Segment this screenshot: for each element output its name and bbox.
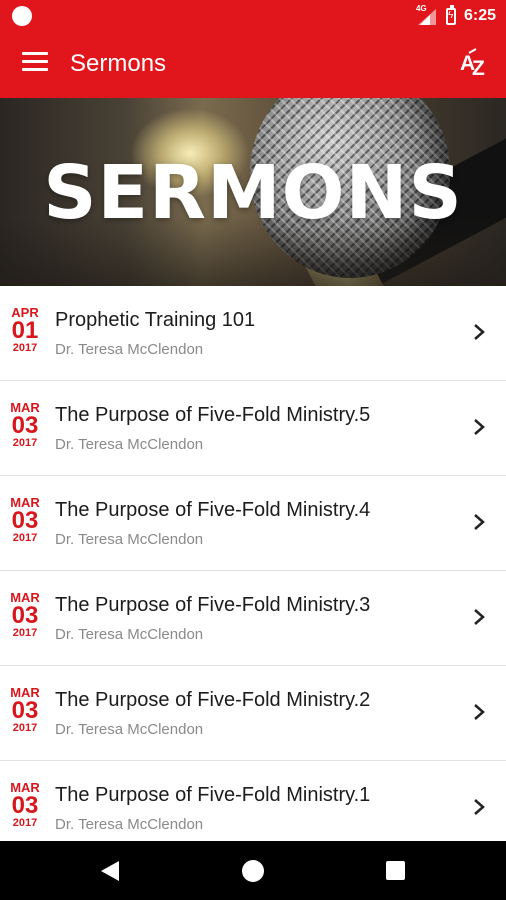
system-nav-bar — [0, 841, 506, 900]
back-triangle-icon[interactable] — [100, 860, 120, 882]
chevron-right-icon — [474, 419, 485, 435]
app-bar: Sermons AZ — [0, 32, 506, 98]
sermon-title: The Purpose of Five-Fold Ministry.4 — [55, 499, 371, 521]
cell-signal-icon: 4G — [416, 4, 438, 25]
chevron-right-icon — [474, 799, 485, 815]
sermon-date: MAR 03 2017 — [6, 686, 44, 735]
date-day: 01 — [11, 317, 39, 344]
sermon-list-item[interactable]: MAR 03 2017 The Purpose of Five-Fold Min… — [0, 381, 506, 476]
sermon-date: APR 01 2017 — [6, 306, 44, 355]
sermon-list-item[interactable]: MAR 03 2017 The Purpose of Five-Fold Min… — [0, 666, 506, 761]
recents-square-icon[interactable] — [386, 861, 405, 880]
date-day: 03 — [11, 697, 39, 724]
date-day: 03 — [11, 602, 39, 629]
hero-banner-title: SERMONS — [43, 150, 463, 236]
battery-icon: ϟ — [445, 4, 456, 25]
sermon-title: The Purpose of Five-Fold Ministry.1 — [55, 784, 371, 806]
chevron-right-icon — [474, 324, 485, 340]
sermon-date: MAR 03 2017 — [6, 591, 44, 640]
date-day: 03 — [11, 792, 39, 819]
sort-a-z-icon[interactable]: AZ — [460, 48, 490, 82]
sermon-date: MAR 03 2017 — [6, 401, 44, 450]
sermon-speaker: Dr. Teresa McClendon — [55, 626, 204, 643]
page-title: Sermons — [70, 50, 167, 77]
sermon-list-item[interactable]: APR 01 2017 Prophetic Training 101 Dr. T… — [0, 286, 506, 381]
hero-banner: SERMONS — [0, 98, 506, 286]
notification-dot-icon — [12, 6, 32, 26]
sermon-title: Prophetic Training 101 — [55, 309, 256, 331]
sermon-list-item[interactable]: MAR 03 2017 The Purpose of Five-Fold Min… — [0, 476, 506, 571]
sermon-list-item[interactable]: MAR 03 2017 The Purpose of Five-Fold Min… — [0, 571, 506, 666]
chevron-right-icon — [474, 704, 485, 720]
sermon-title: The Purpose of Five-Fold Ministry.3 — [55, 594, 371, 616]
sermon-speaker: Dr. Teresa McClendon — [55, 436, 204, 453]
sermon-title: The Purpose of Five-Fold Ministry.2 — [55, 689, 371, 711]
chevron-right-icon — [474, 609, 485, 625]
hamburger-menu-icon[interactable] — [22, 52, 48, 76]
sermon-speaker: Dr. Teresa McClendon — [55, 721, 204, 738]
status-icons: 4G ϟ 6:25 — [416, 0, 496, 32]
status-time: 6:25 — [463, 7, 496, 24]
sermon-title: The Purpose of Five-Fold Ministry.5 — [55, 404, 371, 426]
sermon-date: MAR 03 2017 — [6, 496, 44, 545]
sermon-speaker: Dr. Teresa McClendon — [55, 531, 204, 548]
status-bar: 4G ϟ 6:25 — [0, 0, 506, 32]
date-day: 03 — [11, 412, 39, 439]
sermon-speaker: Dr. Teresa McClendon — [55, 816, 204, 833]
home-circle-icon[interactable] — [242, 860, 264, 882]
date-day: 03 — [11, 507, 39, 534]
sermon-date: MAR 03 2017 — [6, 781, 44, 830]
sermon-list: APR 01 2017 Prophetic Training 101 Dr. T… — [0, 286, 506, 856]
chevron-right-icon — [474, 514, 485, 530]
sermon-speaker: Dr. Teresa McClendon — [55, 341, 204, 358]
